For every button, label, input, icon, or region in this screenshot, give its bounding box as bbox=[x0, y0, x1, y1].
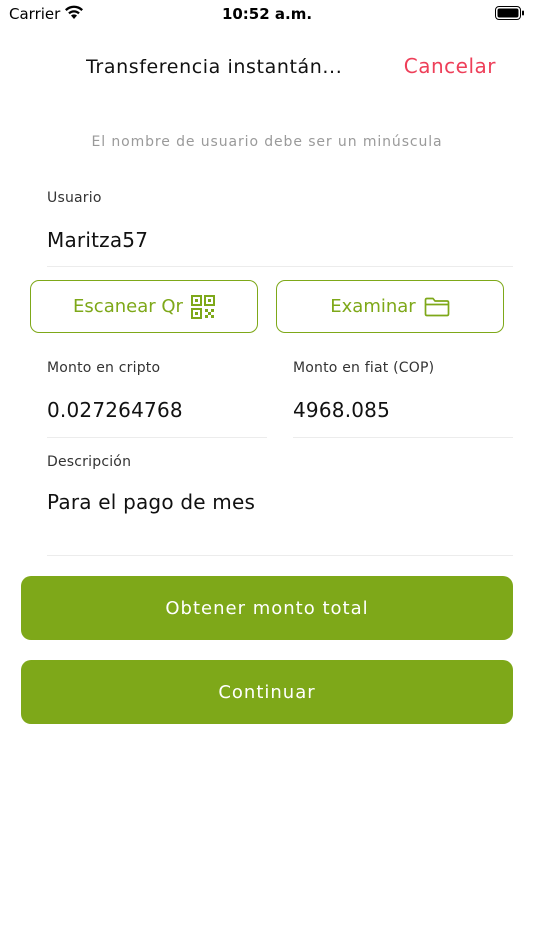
status-bar: Carrier 10:52 a.m. bbox=[0, 0, 534, 28]
get-total-button[interactable]: Obtener monto total bbox=[21, 576, 513, 640]
fiat-amount-field[interactable]: 4968.085 bbox=[293, 398, 390, 422]
nav-bar: Transferencia instantán... Cancelar bbox=[0, 50, 534, 90]
crypto-amount-label: Monto en cripto bbox=[47, 360, 161, 376]
folder-icon bbox=[424, 297, 450, 316]
cancel-button[interactable]: Cancelar bbox=[404, 54, 496, 78]
get-total-label: Obtener monto total bbox=[165, 597, 369, 619]
description-field[interactable]: Para el pago de mes bbox=[47, 490, 255, 514]
description-underline bbox=[47, 555, 513, 556]
description-label: Descripción bbox=[47, 454, 132, 470]
user-field-underline bbox=[47, 266, 513, 267]
fiat-amount-label: Monto en fiat (COP) bbox=[293, 360, 435, 376]
browse-label: Examinar bbox=[330, 296, 416, 317]
qr-code-icon bbox=[190, 294, 215, 319]
continue-button[interactable]: Continuar bbox=[21, 660, 513, 724]
browse-button[interactable]: Examinar bbox=[276, 280, 504, 333]
user-field[interactable]: Maritza57 bbox=[47, 228, 148, 252]
page-title: Transferencia instantán... bbox=[86, 56, 343, 78]
status-time: 10:52 a.m. bbox=[221, 5, 313, 23]
crypto-amount-field[interactable]: 0.027264768 bbox=[47, 398, 183, 422]
scan-qr-label: Escanear Qr bbox=[73, 296, 183, 317]
battery-icon bbox=[495, 6, 524, 20]
user-label: Usuario bbox=[47, 190, 102, 206]
scan-qr-button[interactable]: Escanear Qr bbox=[30, 280, 258, 333]
crypto-amount-underline bbox=[47, 437, 267, 438]
username-hint: El nombre de usuario debe ser un minúscu… bbox=[91, 134, 443, 150]
fiat-amount-underline bbox=[293, 437, 513, 438]
continue-label: Continuar bbox=[218, 681, 316, 703]
